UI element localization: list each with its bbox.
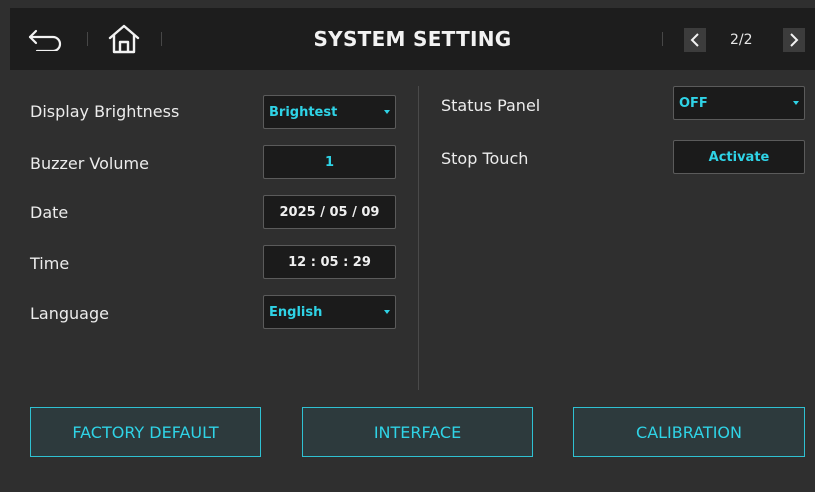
language-value: English	[269, 304, 323, 320]
back-button[interactable]	[22, 8, 70, 70]
page-indicator: 2/2	[730, 32, 753, 48]
factory-default-button[interactable]: FACTORY DEFAULT	[30, 407, 261, 457]
language-dropdown[interactable]: English	[263, 295, 396, 329]
factory-default-label: FACTORY DEFAULT	[72, 422, 219, 442]
column-divider	[418, 86, 419, 390]
language-label: Language	[30, 304, 109, 323]
next-page-button[interactable]	[783, 28, 805, 52]
dropdown-caret-icon	[384, 110, 390, 114]
header-separator	[87, 32, 88, 46]
time-label: Time	[30, 254, 70, 273]
status-panel-value: OFF	[679, 95, 708, 111]
dropdown-caret-icon	[384, 310, 390, 314]
status-panel-dropdown[interactable]: OFF	[673, 86, 805, 120]
stop-touch-button-label: Activate	[708, 149, 770, 165]
status-panel-label: Status Panel	[441, 96, 541, 115]
header-bar: SYSTEM SETTING 2/2	[10, 8, 815, 70]
header-separator	[662, 32, 663, 46]
prev-page-button[interactable]	[684, 28, 706, 52]
buzzer-volume-label: Buzzer Volume	[30, 154, 149, 173]
display-brightness-dropdown[interactable]: Brightest	[263, 95, 396, 129]
home-button[interactable]	[102, 8, 146, 70]
home-icon	[108, 24, 140, 54]
buzzer-volume-value: 1	[324, 154, 335, 170]
time-field[interactable]: 12 : 05 : 29	[263, 245, 396, 279]
interface-button[interactable]: INTERFACE	[302, 407, 533, 457]
display-brightness-value: Brightest	[269, 104, 338, 120]
date-label: Date	[30, 203, 69, 222]
stop-touch-activate-button[interactable]: Activate	[673, 140, 805, 174]
calibration-label: CALIBRATION	[636, 422, 742, 442]
header-separator	[161, 32, 162, 46]
time-value: 12 : 05 : 29	[288, 254, 371, 270]
buzzer-volume-field[interactable]: 1	[263, 145, 396, 179]
chevron-right-icon	[790, 33, 799, 47]
interface-label: INTERFACE	[373, 422, 462, 442]
date-value: 2025 / 05 / 09	[279, 204, 380, 220]
calibration-button[interactable]: CALIBRATION	[573, 407, 805, 457]
display-brightness-label: Display Brightness	[30, 102, 180, 121]
date-field[interactable]: 2025 / 05 / 09	[263, 195, 396, 229]
chevron-left-icon	[690, 33, 699, 47]
back-arrow-icon	[28, 29, 62, 51]
dropdown-caret-icon	[793, 101, 799, 105]
stop-touch-label: Stop Touch	[441, 149, 529, 168]
